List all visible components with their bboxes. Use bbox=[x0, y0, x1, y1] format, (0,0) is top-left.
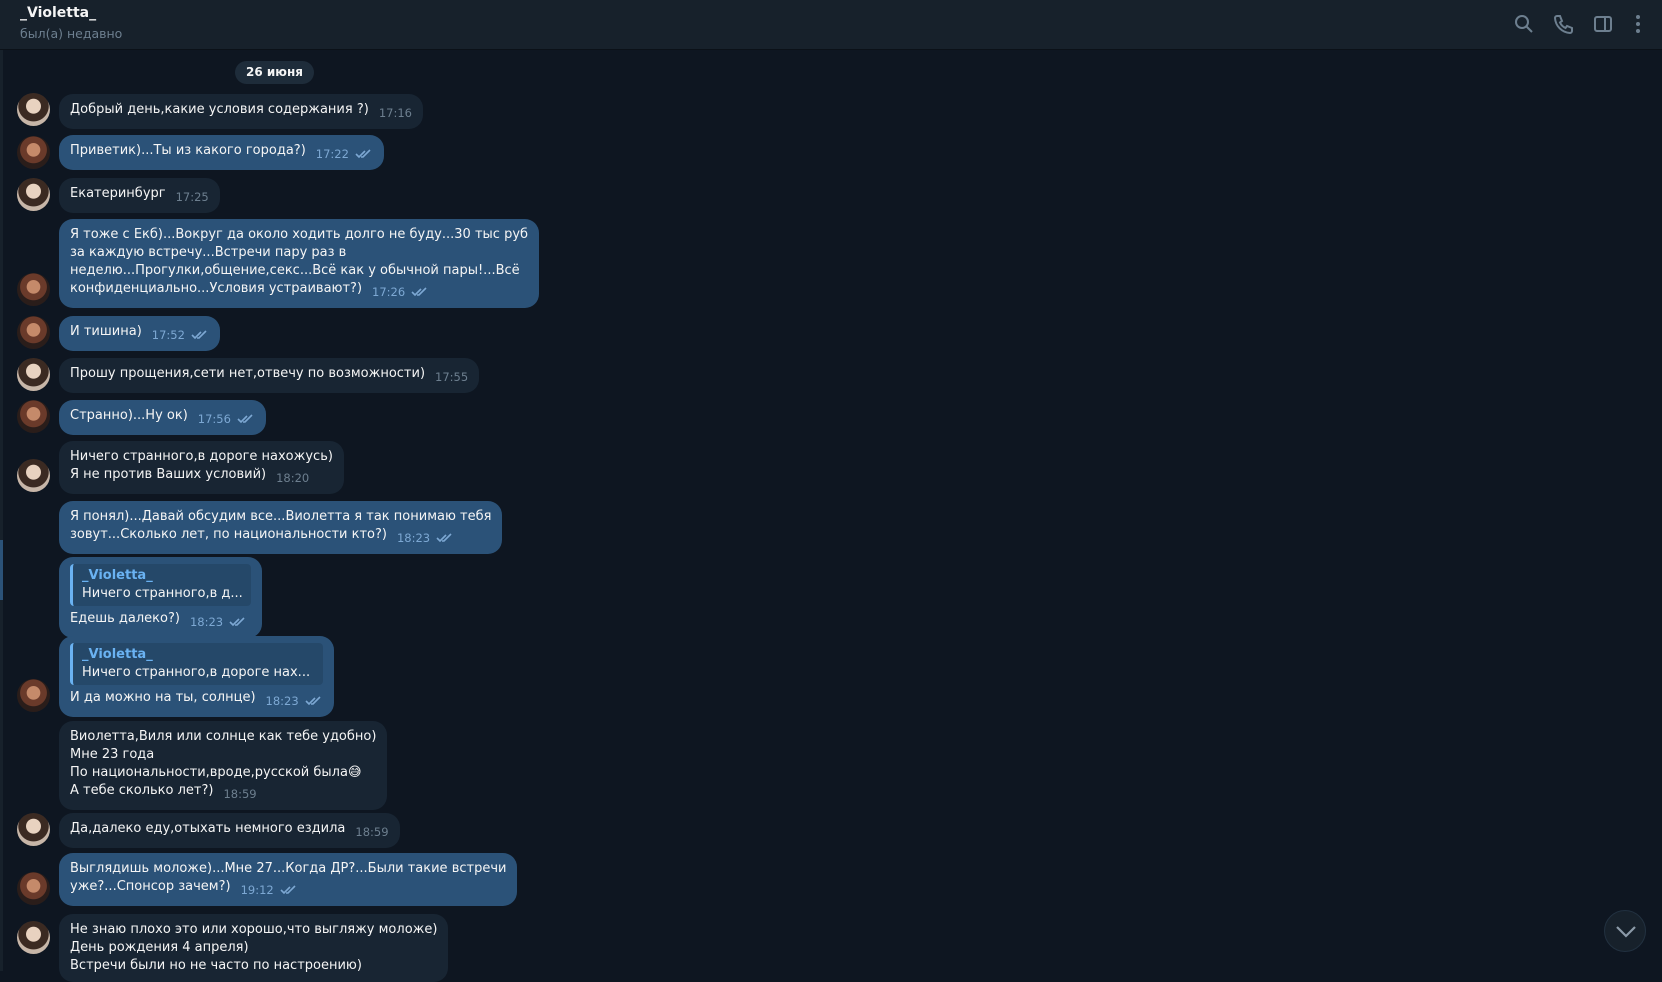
read-ticks-icon bbox=[191, 330, 207, 340]
message-time-text: 18:23 bbox=[189, 615, 224, 629]
read-ticks-icon bbox=[280, 885, 296, 895]
avatar[interactable] bbox=[17, 872, 50, 905]
chat-status: был(а) недавно bbox=[20, 26, 123, 41]
message-time: 17:26 bbox=[372, 283, 429, 301]
avatar[interactable] bbox=[17, 178, 50, 211]
message-text: И тишина) bbox=[70, 324, 142, 339]
incoming-message[interactable]: Да,далеко еду,отыхать немного ездила 18:5… bbox=[59, 813, 400, 848]
outgoing-message[interactable]: _Violetta_ Ничего странного,в дороге нах.… bbox=[59, 636, 334, 717]
read-ticks-icon bbox=[237, 414, 253, 424]
reply-text: Ничего странного,в д... bbox=[82, 586, 243, 601]
incoming-message[interactable]: Прошу прощения,сети нет,отвечу по возмож… bbox=[59, 358, 480, 393]
message-text: Не знаю плохо это или хорошо,что выгляжу… bbox=[70, 922, 438, 973]
chat-list-edge bbox=[0, 50, 3, 971]
message-time: 18:20 bbox=[276, 471, 310, 485]
message-text: Добрый день,какие условия содержания ?) bbox=[70, 102, 369, 117]
message-time-text: 17:56 bbox=[197, 412, 231, 426]
avatar[interactable] bbox=[17, 136, 50, 169]
chevron-down-icon bbox=[1616, 926, 1636, 938]
message-text: Приветик)...Ты из какого города?) bbox=[70, 143, 306, 158]
more-vertical-icon[interactable] bbox=[1626, 12, 1650, 36]
avatar[interactable] bbox=[17, 813, 50, 846]
read-ticks-icon bbox=[436, 533, 452, 543]
avatar[interactable] bbox=[17, 358, 50, 391]
message-time: 17:25 bbox=[175, 190, 209, 204]
message-text: Екатеринбург bbox=[70, 186, 166, 201]
incoming-message[interactable]: Добрый день,какие условия содержания ?) 1… bbox=[59, 94, 423, 129]
avatar[interactable] bbox=[17, 93, 50, 126]
message-time: 17:55 bbox=[435, 370, 469, 384]
reply-author: _Violetta_ bbox=[82, 568, 153, 583]
message-text: И да можно на ты, солнце) bbox=[70, 690, 256, 705]
avatar[interactable] bbox=[17, 273, 50, 306]
message-time: 17:56 bbox=[198, 410, 255, 428]
message-text: Странно)...Ну ок) bbox=[70, 408, 188, 423]
search-icon[interactable] bbox=[1512, 12, 1536, 36]
active-chat-marker bbox=[0, 540, 3, 600]
outgoing-message[interactable]: Я понял)...Давай обсудим все...Виолетта … bbox=[59, 501, 503, 554]
reply-quote[interactable]: _Violetta_ Ничего странного,в дороге нах.… bbox=[70, 643, 323, 685]
outgoing-message[interactable]: _Violetta_ Ничего странного,в д... Едешь д… bbox=[59, 557, 262, 638]
read-ticks-icon bbox=[411, 287, 427, 297]
avatar[interactable] bbox=[17, 921, 50, 954]
message-text: Едешь далеко?) bbox=[70, 611, 180, 626]
reply-text: Ничего странного,в дороге нах... bbox=[82, 665, 311, 680]
avatar[interactable] bbox=[17, 316, 50, 349]
date-separator: 26 июня bbox=[235, 61, 314, 84]
phone-icon[interactable] bbox=[1552, 12, 1576, 36]
outgoing-message[interactable]: Выглядишь моложе)...Мне 27...Когда ДР?..… bbox=[59, 853, 518, 906]
chat-title[interactable]: _Violetta_ bbox=[20, 5, 96, 21]
message-time: 17:22 bbox=[316, 145, 373, 163]
outgoing-message[interactable]: Я тоже с Екб)...Вокруг да около ходить д… bbox=[59, 219, 540, 308]
reply-quote[interactable]: _Violetta_ Ничего странного,в д... bbox=[70, 564, 251, 606]
message-time: 17:52 bbox=[152, 326, 209, 344]
message-time: 18:23 bbox=[397, 529, 454, 547]
scroll-to-bottom-button[interactable] bbox=[1604, 910, 1646, 952]
message-time: 18:23 bbox=[266, 692, 323, 710]
incoming-message[interactable]: Не знаю плохо это или хорошо,что выгляжу… bbox=[59, 914, 449, 982]
message-time: 18:59 bbox=[223, 787, 257, 801]
message-time: 19:12 bbox=[241, 881, 298, 899]
message-time-text: 18:23 bbox=[396, 531, 431, 545]
chat-header: _Violetta_ был(а) недавно bbox=[0, 0, 1662, 50]
avatar[interactable] bbox=[17, 400, 50, 433]
message-time-text: 19:12 bbox=[240, 883, 274, 897]
message-text: Да,далеко еду,отыхать немного ездила bbox=[70, 821, 346, 836]
outgoing-message[interactable]: И тишина) 17:52 bbox=[59, 316, 220, 351]
message-time: 17:16 bbox=[378, 106, 412, 120]
message-text: Я тоже с Екб)...Вокруг да около ходить д… bbox=[70, 227, 529, 296]
message-time-text: 17:26 bbox=[372, 285, 406, 299]
sidebar-toggle-icon[interactable] bbox=[1591, 12, 1615, 36]
message-time: 18:23 bbox=[190, 613, 247, 631]
message-time-text: 17:52 bbox=[151, 328, 185, 342]
read-ticks-icon bbox=[305, 696, 321, 706]
read-ticks-icon bbox=[355, 149, 371, 159]
avatar[interactable] bbox=[17, 459, 50, 492]
message-text: Прошу прощения,сети нет,отвечу по возмож… bbox=[70, 366, 426, 381]
message-time-text: 17:22 bbox=[315, 147, 349, 161]
message-time-text: 18:23 bbox=[265, 694, 299, 708]
incoming-message[interactable]: Виолетта,Виля или солнце как тебе удобно… bbox=[59, 721, 388, 810]
read-ticks-icon bbox=[229, 617, 245, 627]
incoming-message[interactable]: Екатеринбург 17:25 bbox=[59, 178, 220, 213]
outgoing-message[interactable]: Странно)...Ну ок) 17:56 bbox=[59, 400, 266, 435]
message-time: 18:59 bbox=[355, 825, 389, 839]
outgoing-message[interactable]: Приветик)...Ты из какого города?) 17:22 bbox=[59, 135, 384, 170]
reply-author: _Violetta_ bbox=[82, 647, 153, 662]
avatar[interactable] bbox=[17, 679, 50, 712]
incoming-message[interactable]: Ничего странного,в дороге нахожусь) Я не… bbox=[59, 441, 344, 494]
